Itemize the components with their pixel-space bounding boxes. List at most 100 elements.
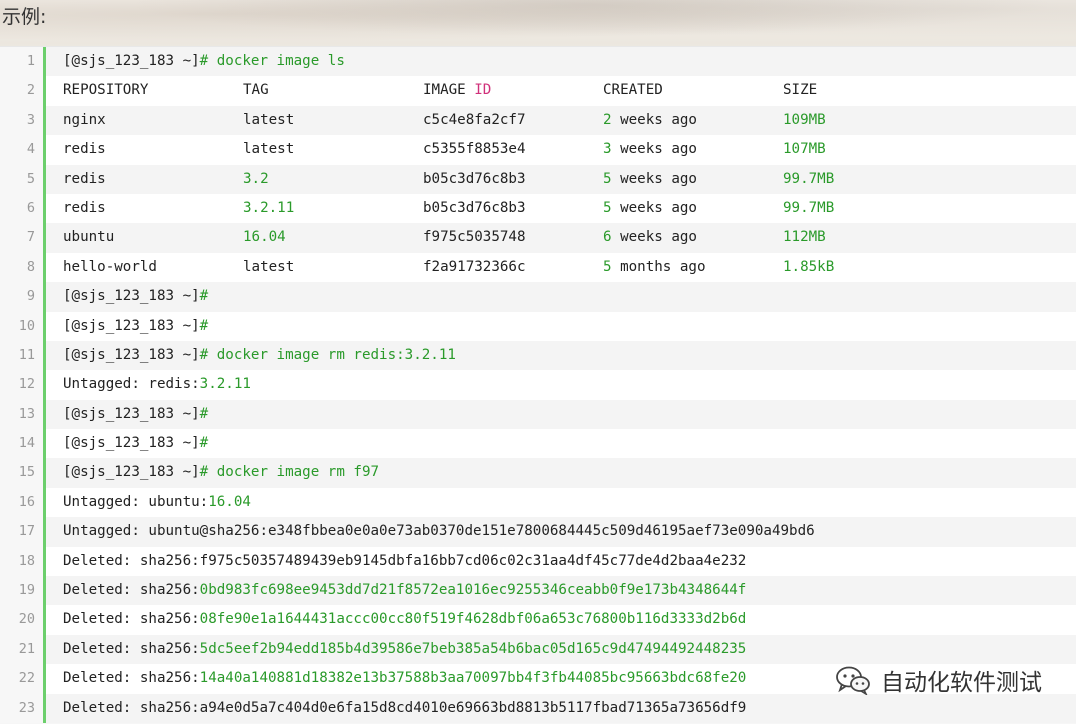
tag-cell: 3.2.11: [243, 199, 295, 216]
created-cell: 5 weeks ago: [603, 194, 783, 223]
output-value: 08fe90e1a1644431accc00cc80f519f4628dbf06…: [199, 611, 747, 628]
created-unit: weeks ago: [611, 170, 697, 187]
output-text: Deleted: sha256:a94e0d5a7c404d0e6fa15d8c…: [63, 699, 747, 716]
repo-cell: redis: [63, 141, 106, 158]
output-value: 0bd983fc698ee9453dd7d21f8572ea1016ec9255…: [199, 582, 747, 599]
code-line: 17 Untagged: ubuntu@sha256:e348fbbea0e0a…: [0, 517, 1076, 547]
prompt-hash: #: [199, 346, 209, 363]
line-content: ubuntu 16.04 f975c5035748 6 weeks ago 112MB: [46, 223, 1076, 253]
line-content: Deleted: sha256:a94e0d5a7c404d0e6fa15d8c…: [46, 693, 1076, 723]
line-content: [@sjs_123_183 ~]# docker image ls: [46, 47, 1076, 77]
repo-cell: ubuntu: [63, 229, 115, 246]
output-text: Deleted: sha256:: [63, 611, 200, 628]
output-value: 14a40a140881d18382e13b37588b3aa70097bb4f…: [199, 670, 747, 687]
header-background: [0, 0, 1076, 46]
line-number: 21: [0, 634, 46, 665]
prompt: [@sjs_123_183 ~]: [63, 346, 200, 363]
created-cell: 5 weeks ago: [603, 165, 783, 194]
line-content: hello-world latest f2a91732366c 5 months ag…: [46, 252, 1076, 283]
line-number: 2: [0, 76, 46, 106]
prompt-hash: #: [199, 435, 209, 452]
line-content: REPOSITORY TAG IMAGE ID CREATED SIZE: [46, 76, 1076, 106]
col-header-image-text: IMAGE: [423, 82, 475, 99]
line-content: [@sjs_123_183 ~]#: [46, 282, 1076, 312]
image-id-cell: c5355f8853e4: [423, 141, 526, 158]
prompt: [@sjs_123_183 ~]: [63, 317, 200, 334]
line-content: Untagged: ubuntu@sha256:e348fbbea0e0a0e7…: [46, 517, 1076, 547]
size-cell: 107MB: [783, 141, 826, 158]
line-number: 20: [0, 605, 46, 635]
prompt-hash: #: [199, 288, 209, 305]
command: docker image ls: [208, 53, 345, 69]
created-cell: 5 months ago: [603, 253, 783, 282]
created-unit: weeks ago: [611, 229, 697, 246]
prompt-hash: #: [199, 317, 209, 334]
prompt: [@sjs_123_183 ~]: [63, 464, 200, 481]
line-number: 16: [0, 487, 46, 518]
created-number: 5: [603, 258, 612, 275]
code-line: 18 Deleted: sha256:f975c50357489439eb914…: [0, 546, 1076, 577]
repo-cell: redis: [63, 199, 106, 216]
table-row: 3 nginx latest c5c4e8fa2cf7 2 weeks ago 109M…: [0, 105, 1076, 136]
line-content: [@sjs_123_183 ~]#: [46, 311, 1076, 341]
code-line: 21 Deleted: sha256:5dc5eef2b94edd185b4d3…: [0, 634, 1076, 665]
image-id-cell: f975c5035748: [423, 229, 526, 246]
line-number: 23: [0, 693, 46, 723]
output-text: Deleted: sha256:: [63, 582, 200, 599]
size-cell: 1.85kB: [783, 258, 835, 275]
created-unit: weeks ago: [611, 141, 697, 158]
table-row: 7 ubuntu 16.04 f975c5035748 6 weeks ago 112M…: [0, 223, 1076, 253]
line-number: 10: [0, 311, 46, 341]
prompt-hash: #: [199, 53, 209, 69]
image-id-cell: f2a91732366c: [423, 258, 526, 275]
size-cell: 99.7MB: [783, 199, 835, 216]
line-content: nginx latest c5c4e8fa2cf7 2 weeks ago 109MB: [46, 105, 1076, 136]
table-row: 6 redis 3.2.11 b05c3d76c8b3 5 weeks ago 99.7…: [0, 193, 1076, 224]
output-value: 16.04: [208, 493, 251, 510]
tag-cell: 3.2: [243, 170, 269, 187]
created-cell: 2 weeks ago: [603, 106, 783, 135]
output-text: Deleted: sha256:f975c50357489439eb9145db…: [63, 552, 747, 569]
created-cell: 6 weeks ago: [603, 223, 783, 252]
table-row: 4 redis latest c5355f8853e4 3 weeks ago 107M…: [0, 135, 1076, 165]
line-number: 15: [0, 458, 46, 488]
size-cell: 99.7MB: [783, 170, 835, 187]
line-content: [@sjs_123_183 ~]#: [46, 399, 1076, 430]
line-number: 5: [0, 164, 46, 194]
output-text: Untagged: ubuntu:: [63, 493, 209, 510]
wechat-icon: [836, 666, 870, 695]
code-line: 11 [@sjs_123_183 ~]# docker image rm red…: [0, 340, 1076, 371]
output-text: Untagged: redis:: [63, 376, 200, 393]
line-content: [@sjs_123_183 ~]#: [46, 429, 1076, 459]
code-line: 23 Deleted: sha256:a94e0d5a7c404d0e6fa15…: [0, 693, 1076, 723]
code-line: 9 [@sjs_123_183 ~]#: [0, 282, 1076, 312]
size-cell: 112MB: [783, 229, 826, 246]
line-content: [@sjs_123_183 ~]# docker image rm redis:…: [46, 340, 1076, 371]
col-header-size: SIZE: [783, 82, 818, 99]
code-line: 12 Untagged: redis:3.2.11: [0, 370, 1076, 400]
prompt-hash: #: [199, 464, 209, 481]
line-number: 18: [0, 546, 46, 577]
line-number: 17: [0, 517, 46, 547]
code-line: 2 REPOSITORY TAG IMAGE ID CREATED SIZE: [0, 76, 1076, 106]
line-number: 19: [0, 576, 46, 606]
image-id-cell: c5c4e8fa2cf7: [423, 111, 526, 128]
line-content: Deleted: sha256:08fe90e1a1644431accc00cc…: [46, 605, 1076, 635]
table-row: 5 redis 3.2 b05c3d76c8b3 5 weeks ago 99.7MB: [0, 164, 1076, 194]
tag-cell: latest: [243, 111, 295, 128]
watermark-text: 自动化软件测试: [881, 670, 1042, 696]
command: docker image rm redis:3.2.11: [208, 346, 456, 363]
prompt: [@sjs_123_183 ~]: [63, 435, 200, 452]
col-header-repository: REPOSITORY: [63, 82, 149, 99]
line-number: 11: [0, 340, 46, 371]
line-number: 14: [0, 429, 46, 459]
size-cell: 109MB: [783, 111, 826, 128]
created-cell: 3 weeks ago: [603, 135, 783, 164]
line-content: Untagged: redis:3.2.11: [46, 370, 1076, 400]
output-text: Deleted: sha256:: [63, 640, 200, 657]
created-number: 2: [603, 111, 612, 128]
code-line: 20 Deleted: sha256:08fe90e1a1644431accc0…: [0, 605, 1076, 635]
line-number: 13: [0, 399, 46, 430]
created-number: 5: [603, 170, 612, 187]
line-number: 3: [0, 105, 46, 136]
